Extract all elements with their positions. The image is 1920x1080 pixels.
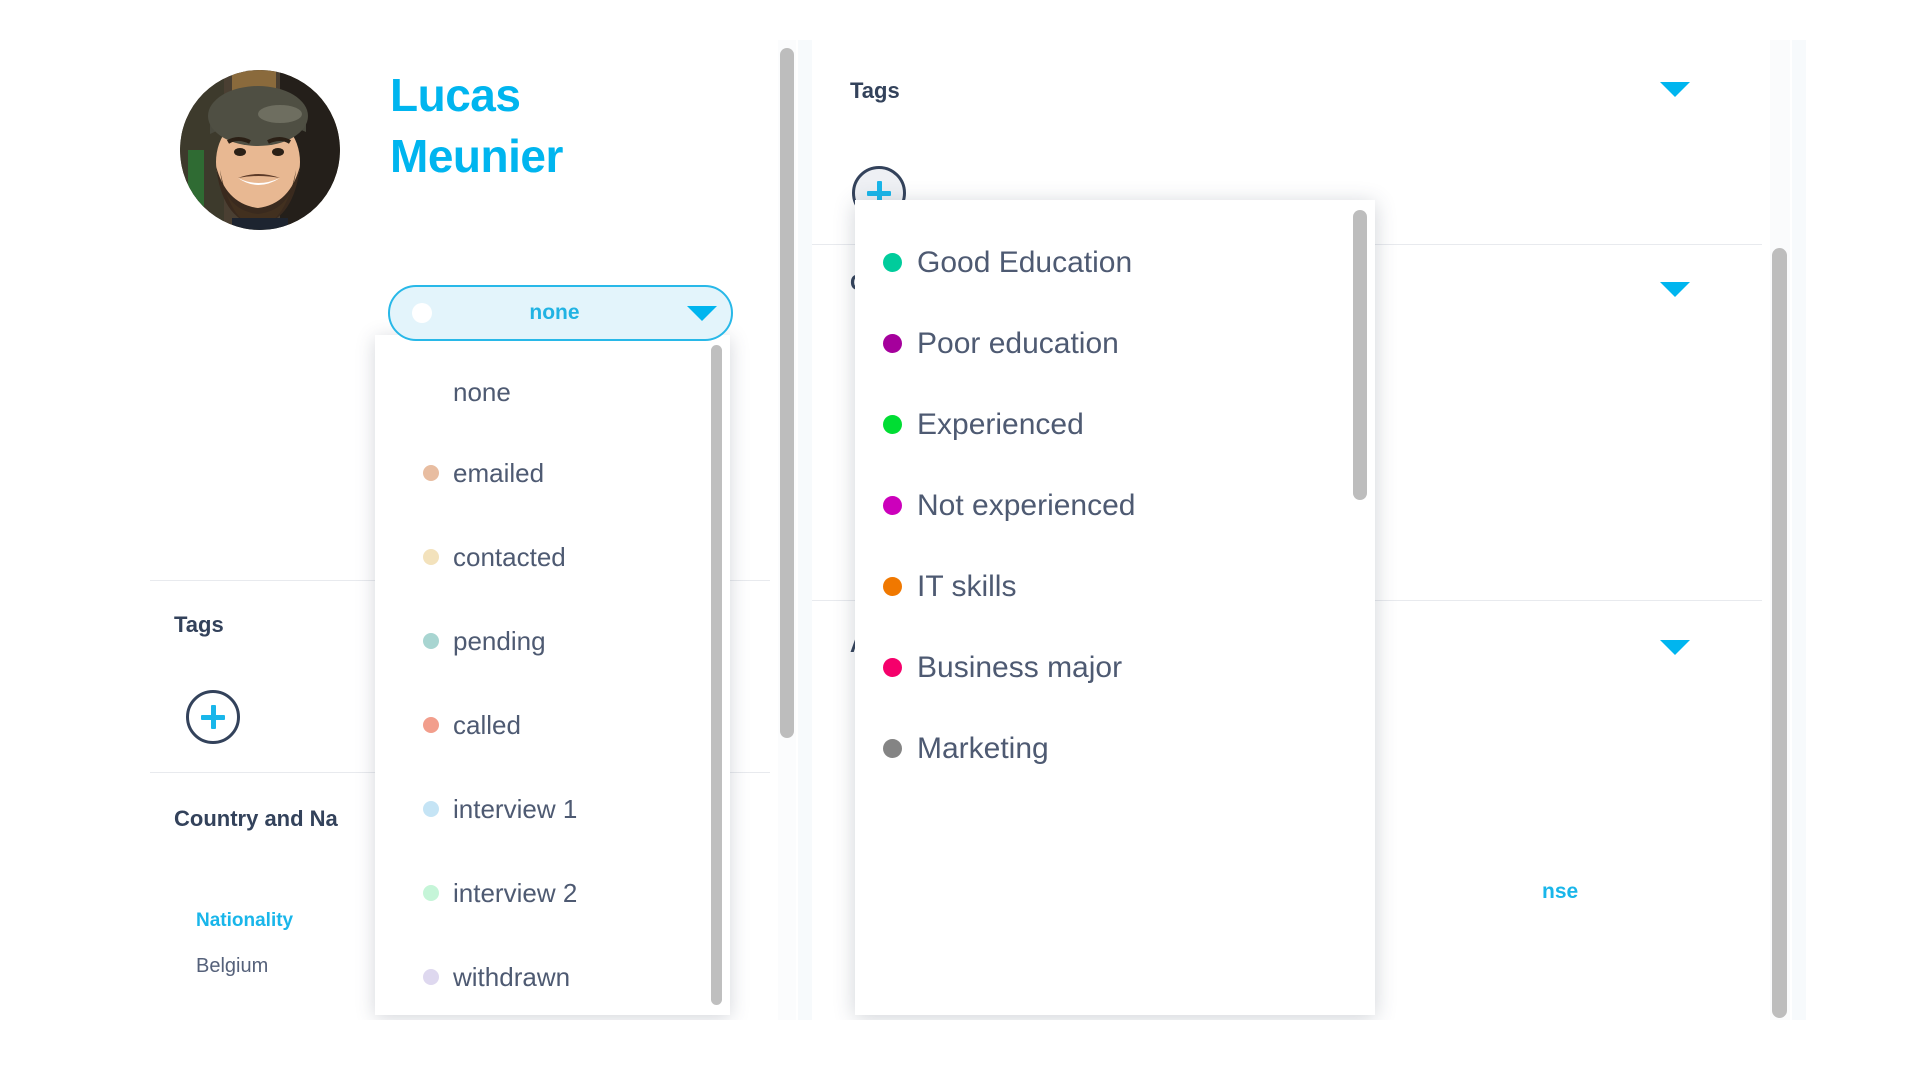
status-selected-label: none xyxy=(529,301,580,324)
status-dropdown-menu[interactable]: none emailed contacted pending called intervi… xyxy=(375,335,730,1015)
tag-option-list[interactable]: Good Education Poor education Experienced N… xyxy=(855,200,1375,789)
status-option-list[interactable]: none emailed contacted pending called intervi… xyxy=(375,335,715,1015)
status-option-called[interactable]: called xyxy=(375,683,715,767)
left-add-tag-button[interactable] xyxy=(186,690,240,744)
status-color-dot xyxy=(423,549,439,565)
status-option-contacted[interactable]: contacted xyxy=(375,515,715,599)
tag-menu-scrollbar[interactable] xyxy=(1353,210,1367,500)
status-option-label: contacted xyxy=(453,541,566,572)
tag-option-experienced[interactable]: Experienced xyxy=(855,384,1375,465)
viewport-bottom-mask xyxy=(0,1020,1920,1080)
status-option-interview-2[interactable]: interview 2 xyxy=(375,851,715,935)
right-tags-section-title: Tags xyxy=(850,78,900,103)
plus-icon xyxy=(210,705,216,729)
status-option-label: interview 2 xyxy=(453,877,578,908)
status-option-none[interactable]: none xyxy=(375,335,715,431)
status-color-dot xyxy=(423,885,439,901)
status-menu-scrollbar[interactable] xyxy=(711,345,722,1005)
left-country-section-title: Country and Na xyxy=(174,806,338,831)
status-option-label: interview 1 xyxy=(453,793,578,824)
tag-color-dot xyxy=(883,496,902,515)
nationality-label: Nationality xyxy=(196,910,294,931)
status-option-pending[interactable]: pending xyxy=(375,599,715,683)
status-color-dot xyxy=(423,384,439,400)
tag-option-label: Experienced xyxy=(917,407,1084,441)
tag-option-marketing[interactable]: Marketing xyxy=(855,708,1375,789)
candidate-details-panel: Tags C A nse Good EducationPoor educatio… xyxy=(812,0,1762,1080)
tag-color-dot xyxy=(883,415,902,434)
status-option-label: called xyxy=(453,709,521,740)
candidate-name: Lucas Meunier xyxy=(390,65,710,187)
caret-down-icon[interactable] xyxy=(1660,282,1690,297)
status-color-dot xyxy=(423,801,439,817)
status-color-dot xyxy=(423,633,439,649)
tag-option-label: Not experienced xyxy=(917,488,1136,522)
left-panel-scroll-thumb[interactable] xyxy=(780,48,794,738)
tag-option-label: Good Education xyxy=(917,245,1133,279)
app-root: Lucas Meunier none none emailed contacted p… xyxy=(0,0,1920,1080)
caret-down-icon[interactable] xyxy=(687,305,717,321)
caret-down-icon[interactable] xyxy=(1660,640,1690,655)
status-option-label: withdrawn xyxy=(453,961,571,992)
status-select-trigger[interactable]: none xyxy=(388,285,733,341)
tag-color-dot xyxy=(883,739,902,758)
status-option-interview-1[interactable]: interview 1 xyxy=(375,767,715,851)
tag-color-dot xyxy=(883,577,902,596)
tag-option-label: Business major xyxy=(917,650,1123,684)
tag-option-label: Marketing xyxy=(917,731,1049,765)
tag-option-it-skills[interactable]: IT skills xyxy=(855,546,1375,627)
status-option-label: pending xyxy=(453,625,546,656)
viewport-top-mask xyxy=(0,0,1920,38)
tag-option-poor-education[interactable]: Poor education xyxy=(855,303,1375,384)
status-option-label: emailed xyxy=(453,457,545,488)
nationality-value: Belgium xyxy=(196,955,269,977)
user-photo-avatar-icon xyxy=(180,70,340,230)
status-color-dot xyxy=(423,969,439,985)
tag-option-business-major[interactable]: Business major xyxy=(855,627,1375,708)
candidate-first-name: Lucas xyxy=(390,69,521,121)
left-tags-section-title: Tags xyxy=(174,612,224,637)
tag-dropdown-menu[interactable]: Good Education Poor education Experienced N… xyxy=(855,200,1375,1015)
status-color-dot xyxy=(423,465,439,481)
profile-header: Lucas Meunier xyxy=(150,55,710,255)
status-option-withdrawn[interactable]: withdrawn xyxy=(375,935,715,1015)
avatar xyxy=(180,70,340,230)
tag-option-not-experienced[interactable]: Not experienced xyxy=(855,465,1375,546)
status-option-emailed[interactable]: emailed xyxy=(375,431,715,515)
tag-color-dot xyxy=(883,334,902,353)
availability-link[interactable]: nse xyxy=(1542,880,1578,904)
tag-option-label: IT skills xyxy=(917,569,1017,603)
page-background xyxy=(1806,0,1920,1080)
tag-option-label: Poor education xyxy=(917,326,1119,360)
caret-down-icon[interactable] xyxy=(1660,82,1690,97)
right-panel-scroll-thumb[interactable] xyxy=(1772,248,1787,1018)
status-option-label: none xyxy=(453,376,511,407)
panel-gap xyxy=(798,40,812,1020)
candidate-last-name: Meunier xyxy=(390,130,563,183)
tag-color-dot xyxy=(883,253,902,272)
candidate-profile-panel: Lucas Meunier none none emailed contacted p… xyxy=(0,0,770,1080)
status-color-dot xyxy=(423,717,439,733)
tag-option-good-education[interactable]: Good Education xyxy=(855,200,1375,303)
tag-color-dot xyxy=(883,658,902,677)
panel-gap xyxy=(1792,40,1806,1020)
